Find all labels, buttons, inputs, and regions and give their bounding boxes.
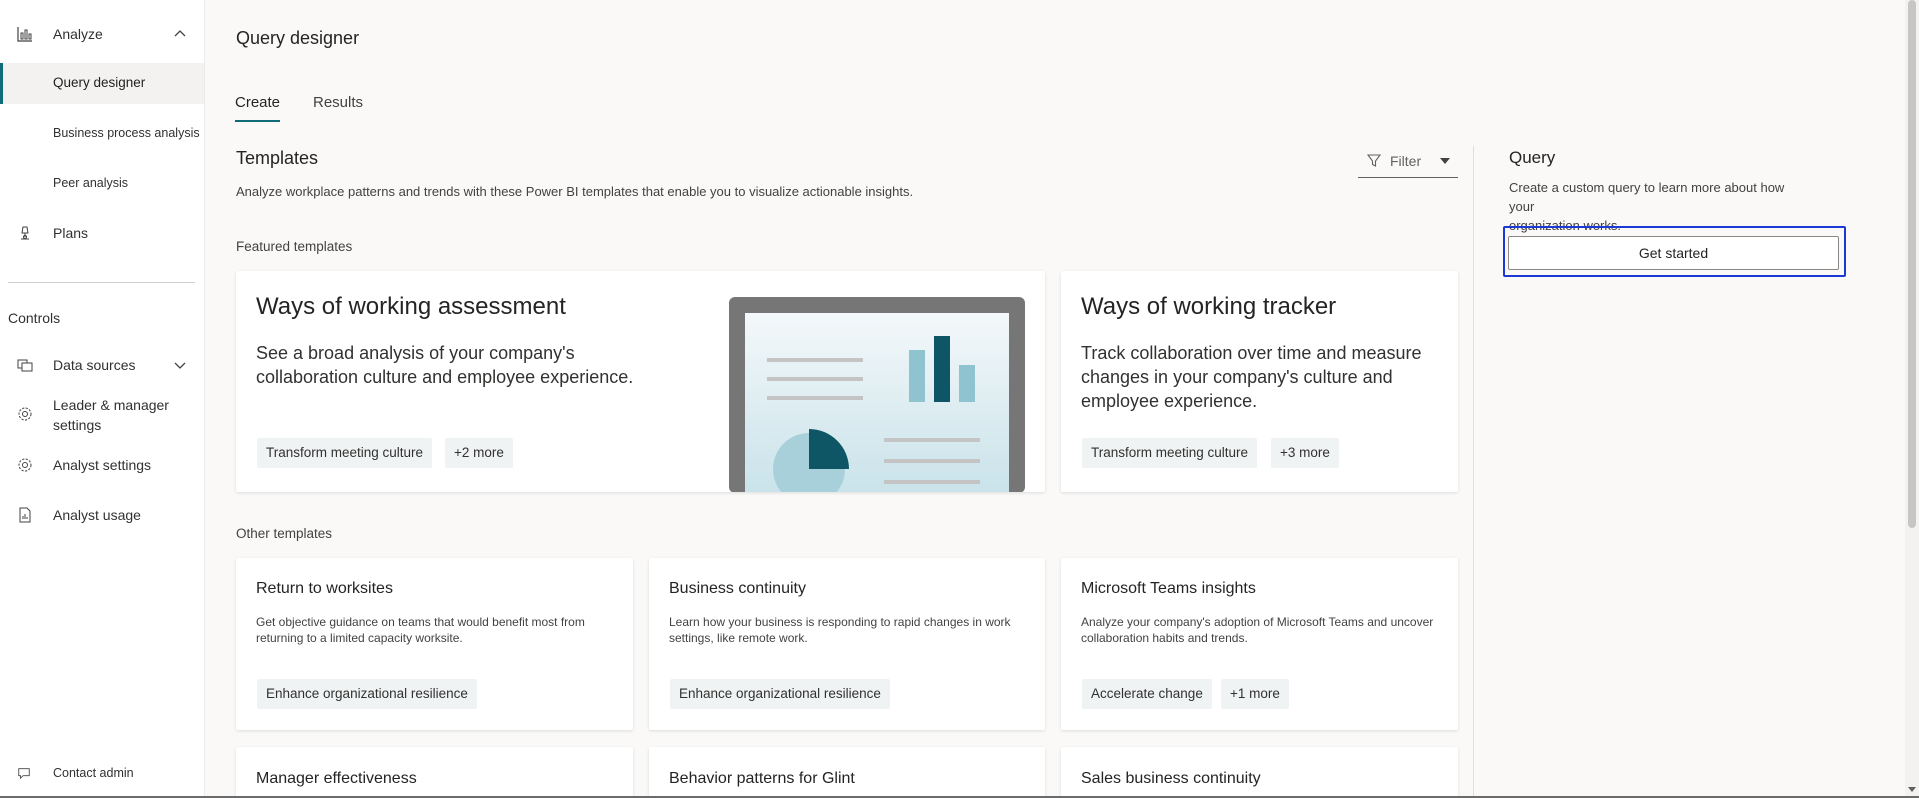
controls-heading: Controls	[8, 310, 61, 326]
nav-analyst-settings-label: Analyst settings	[53, 457, 152, 473]
gear-icon	[18, 407, 32, 421]
report-illustration	[729, 297, 1025, 492]
card-description-line: Analyze your company's adoption of Micro…	[1081, 615, 1434, 629]
tab-results[interactable]: Results	[313, 94, 363, 120]
tag-chip[interactable]: Enhance organizational resilience	[257, 679, 477, 709]
card-description-line: Track collaboration over time and measur…	[1081, 343, 1422, 363]
template-card-manager-effectiveness[interactable]: Manager effectiveness	[236, 747, 633, 798]
nav-query-designer[interactable]: Query designer	[0, 63, 204, 104]
panel-divider	[1473, 146, 1474, 798]
nav-analyst-settings[interactable]: Analyst settings	[0, 455, 204, 475]
card-description: Get objective guidance on teams that wou…	[256, 614, 626, 646]
nav-plans-label: Plans	[53, 225, 89, 241]
nav-peer-analysis-label: Peer analysis	[53, 176, 129, 190]
tab-create[interactable]: Create	[235, 94, 281, 122]
chevron-up-icon[interactable]	[174, 28, 186, 40]
tag-chip[interactable]: Transform meeting culture	[257, 438, 433, 468]
tag-chip[interactable]: Transform meeting culture	[1082, 438, 1258, 468]
filter-dropdown[interactable]: Filter	[1358, 146, 1458, 178]
nav-leader-settings-line1: Leader & manager	[53, 397, 169, 413]
caret-down-icon	[1440, 158, 1450, 164]
database-icon	[17, 359, 33, 372]
card-description-line: collaboration habits and trends.	[1081, 631, 1248, 645]
tag-chip[interactable]: Enhance organizational resilience	[670, 679, 890, 709]
nav-query-designer-label: Query designer	[53, 75, 146, 90]
query-heading: Query	[1509, 148, 1556, 167]
nav-leader-settings-line2: settings	[53, 417, 102, 433]
card-title: Microsoft Teams insights	[1081, 580, 1256, 597]
card-description-line: See a broad analysis of your company's	[256, 343, 575, 363]
page-title: Query designer	[236, 28, 360, 48]
more-tags-chip[interactable]: +2 more	[445, 438, 513, 468]
card-description-line: returning to a limited capacity worksite…	[256, 631, 463, 645]
funnel-icon	[1367, 154, 1381, 167]
card-description: See a broad analysis of your company's c…	[256, 341, 633, 389]
nav-contact-admin[interactable]: Contact admin	[0, 764, 204, 782]
bar-chart-icon	[17, 27, 32, 42]
nav-contact-admin-label: Contact admin	[53, 766, 134, 780]
featured-templates-heading: Featured templates	[236, 239, 353, 254]
chat-icon	[18, 768, 30, 780]
filter-label: Filter	[1390, 153, 1422, 169]
nav-peer-analysis[interactable]: Peer analysis	[0, 163, 204, 203]
card-title: Return to worksites	[256, 580, 393, 597]
card-description-line: employee experience.	[1081, 391, 1258, 411]
get-started-button[interactable]: Get started	[1508, 236, 1839, 270]
card-description-line: settings, like remote work.	[669, 631, 808, 645]
nav-data-sources[interactable]: Data sources	[0, 355, 204, 375]
card-title: Sales business continuity	[1081, 770, 1261, 787]
scrollbar-thumb[interactable]	[1908, 0, 1916, 528]
nav-plans[interactable]: Plans	[0, 223, 204, 243]
nav-analyze-label: Analyze	[53, 26, 103, 42]
featured-card-ways-of-working-tracker[interactable]: Ways of working tracker Track collaborat…	[1061, 271, 1458, 492]
chevron-down-icon[interactable]	[174, 359, 186, 371]
nav-leader-manager-settings[interactable]: Leader & manager settings	[0, 393, 204, 435]
card-title: Behavior patterns for Glint	[669, 770, 855, 787]
template-card-microsoft-teams-insights[interactable]: Microsoft Teams insights Analyze your co…	[1061, 558, 1458, 730]
nav-business-process-analysis[interactable]: Business process analysis	[0, 113, 204, 153]
template-card-return-to-worksites[interactable]: Return to worksites Get objective guidan…	[236, 558, 633, 730]
card-title: Manager effectiveness	[256, 770, 417, 787]
nav-analyst-usage[interactable]: Analyst usage	[0, 505, 204, 525]
tag-chip[interactable]: Accelerate change	[1082, 679, 1212, 709]
featured-card-ways-of-working-assessment[interactable]: Ways of working assessment See a broad a…	[236, 271, 1045, 492]
more-tags-chip[interactable]: +3 more	[1271, 438, 1339, 468]
template-card-sales-business-continuity[interactable]: Sales business continuity	[1061, 747, 1458, 798]
card-title: Ways of working tracker	[1081, 293, 1337, 320]
nav-analyze[interactable]: Analyze	[0, 24, 204, 44]
templates-description: Analyze workplace patterns and trends wi…	[236, 184, 914, 199]
card-title: Ways of working assessment	[256, 293, 566, 320]
nav-business-process-analysis-label: Business process analysis	[53, 126, 200, 140]
left-nav: Analyze Query designer Business process …	[0, 0, 205, 798]
card-description: Analyze your company's adoption of Micro…	[1081, 614, 1451, 646]
templates-heading: Templates	[236, 148, 319, 168]
template-card-behavior-patterns-for-glint[interactable]: Behavior patterns for Glint	[649, 747, 1045, 798]
scroll-down-arrow-icon[interactable]	[1908, 787, 1916, 792]
vertical-scrollbar[interactable]	[1905, 0, 1919, 798]
template-card-business-continuity[interactable]: Business continuity Learn how your busin…	[649, 558, 1045, 730]
lamp-icon	[21, 226, 29, 240]
card-description-line: Get objective guidance on teams that wou…	[256, 615, 585, 629]
query-description-line: Create a custom query to learn more abou…	[1509, 180, 1785, 214]
gear-icon	[18, 458, 32, 472]
card-description-line: Learn how your business is responding to…	[669, 615, 1011, 629]
report-icon	[19, 507, 31, 523]
more-tags-chip[interactable]: +1 more	[1221, 679, 1289, 709]
card-description: Learn how your business is responding to…	[669, 614, 1039, 646]
nav-leader-manager-settings-label: Leader & manager settings	[53, 395, 169, 435]
card-description: Track collaboration over time and measur…	[1081, 341, 1422, 413]
card-description-line: collaboration culture and employee exper…	[256, 367, 634, 387]
other-templates-heading: Other templates	[236, 526, 333, 541]
nav-analyst-usage-label: Analyst usage	[53, 507, 141, 523]
sidebar-divider	[8, 282, 195, 283]
card-title: Business continuity	[669, 580, 806, 597]
card-description-line: changes in your company's culture and	[1081, 367, 1393, 387]
nav-data-sources-label: Data sources	[53, 357, 136, 373]
